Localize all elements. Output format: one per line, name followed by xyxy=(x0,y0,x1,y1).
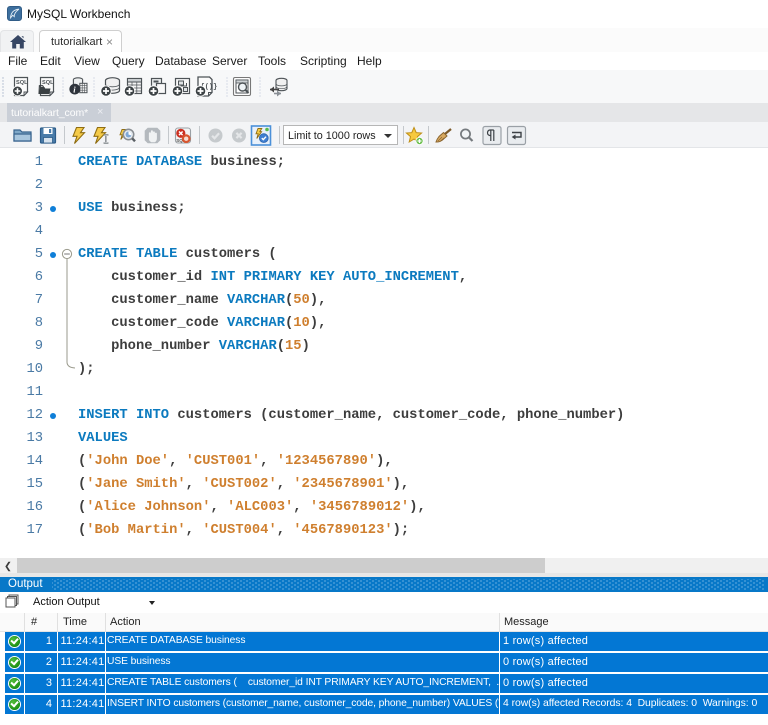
svg-text:SQL: SQL xyxy=(16,80,28,86)
svg-text:SQL: SQL xyxy=(42,80,54,86)
